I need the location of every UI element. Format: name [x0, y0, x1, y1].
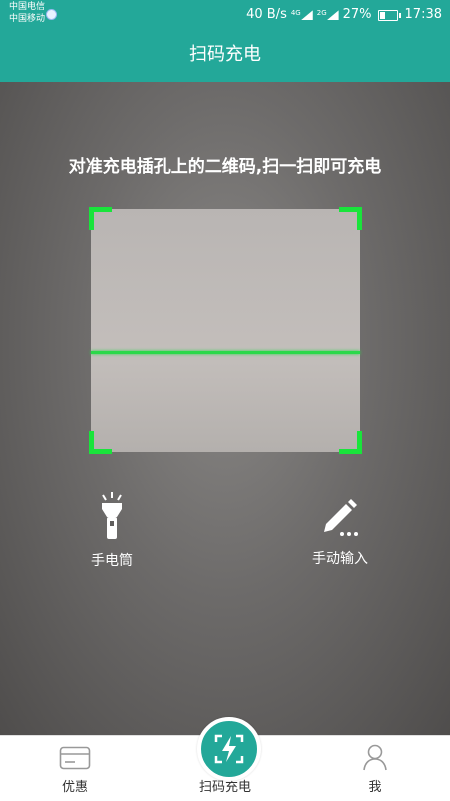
frame-corner-bottom-left: [89, 431, 112, 454]
pencil-icon: [324, 499, 358, 536]
flashlight-icon: [102, 492, 122, 539]
manual-input-button[interactable]: 手动输入: [300, 496, 380, 568]
nav-discount-label: 优惠: [61, 780, 88, 795]
scan-line: [91, 351, 360, 354]
battery-icon: [377, 9, 401, 21]
frame-corner-top-left: [89, 207, 112, 230]
signal-1: 4G: [291, 4, 313, 26]
frame-corner-top-right: [339, 207, 362, 230]
frame-corner-bottom-right: [339, 431, 362, 454]
nav-me[interactable]: 我: [340, 736, 410, 801]
status-bar: 中国电信 中国移动 40 B/s 4G 2G 27% 17:38: [0, 0, 450, 28]
status-right: 40 B/s 4G 2G 27% 17:38: [246, 4, 442, 26]
user-icon: [363, 744, 387, 771]
lightning-scan-icon: [214, 734, 244, 764]
carrier-2: 中国移动: [9, 14, 46, 24]
flashlight-button[interactable]: 手电筒: [80, 490, 144, 570]
camera-viewfinder: 对准充电插孔上的二维码,扫一扫即可充电: [0, 82, 450, 735]
network-speed: 40 B/s: [246, 7, 287, 23]
battery-percent: 27%: [342, 7, 372, 23]
flashlight-label: 手电筒: [91, 553, 133, 569]
nav-me-label: 我: [368, 780, 382, 795]
scan-hint: 对准充电插孔上的二维码,扫一扫即可充电: [68, 157, 382, 177]
nav-discount[interactable]: 优惠: [40, 736, 110, 801]
clock: 17:38: [404, 7, 442, 23]
signal-icon: [300, 10, 313, 21]
signal-2-label: 2G: [316, 9, 327, 17]
signal-2: 2G: [317, 4, 339, 26]
manual-input-label: 手动输入: [312, 551, 368, 567]
scan-frame: [89, 207, 362, 454]
shield-icon: [46, 9, 57, 20]
carrier-1: 中国电信: [9, 2, 46, 12]
scan-charge-button[interactable]: [197, 717, 261, 781]
signal-icon: [326, 10, 339, 21]
card-icon: [59, 746, 91, 770]
signal-1-label: 4G: [290, 9, 301, 17]
page-title: 扫码充电: [0, 28, 450, 82]
